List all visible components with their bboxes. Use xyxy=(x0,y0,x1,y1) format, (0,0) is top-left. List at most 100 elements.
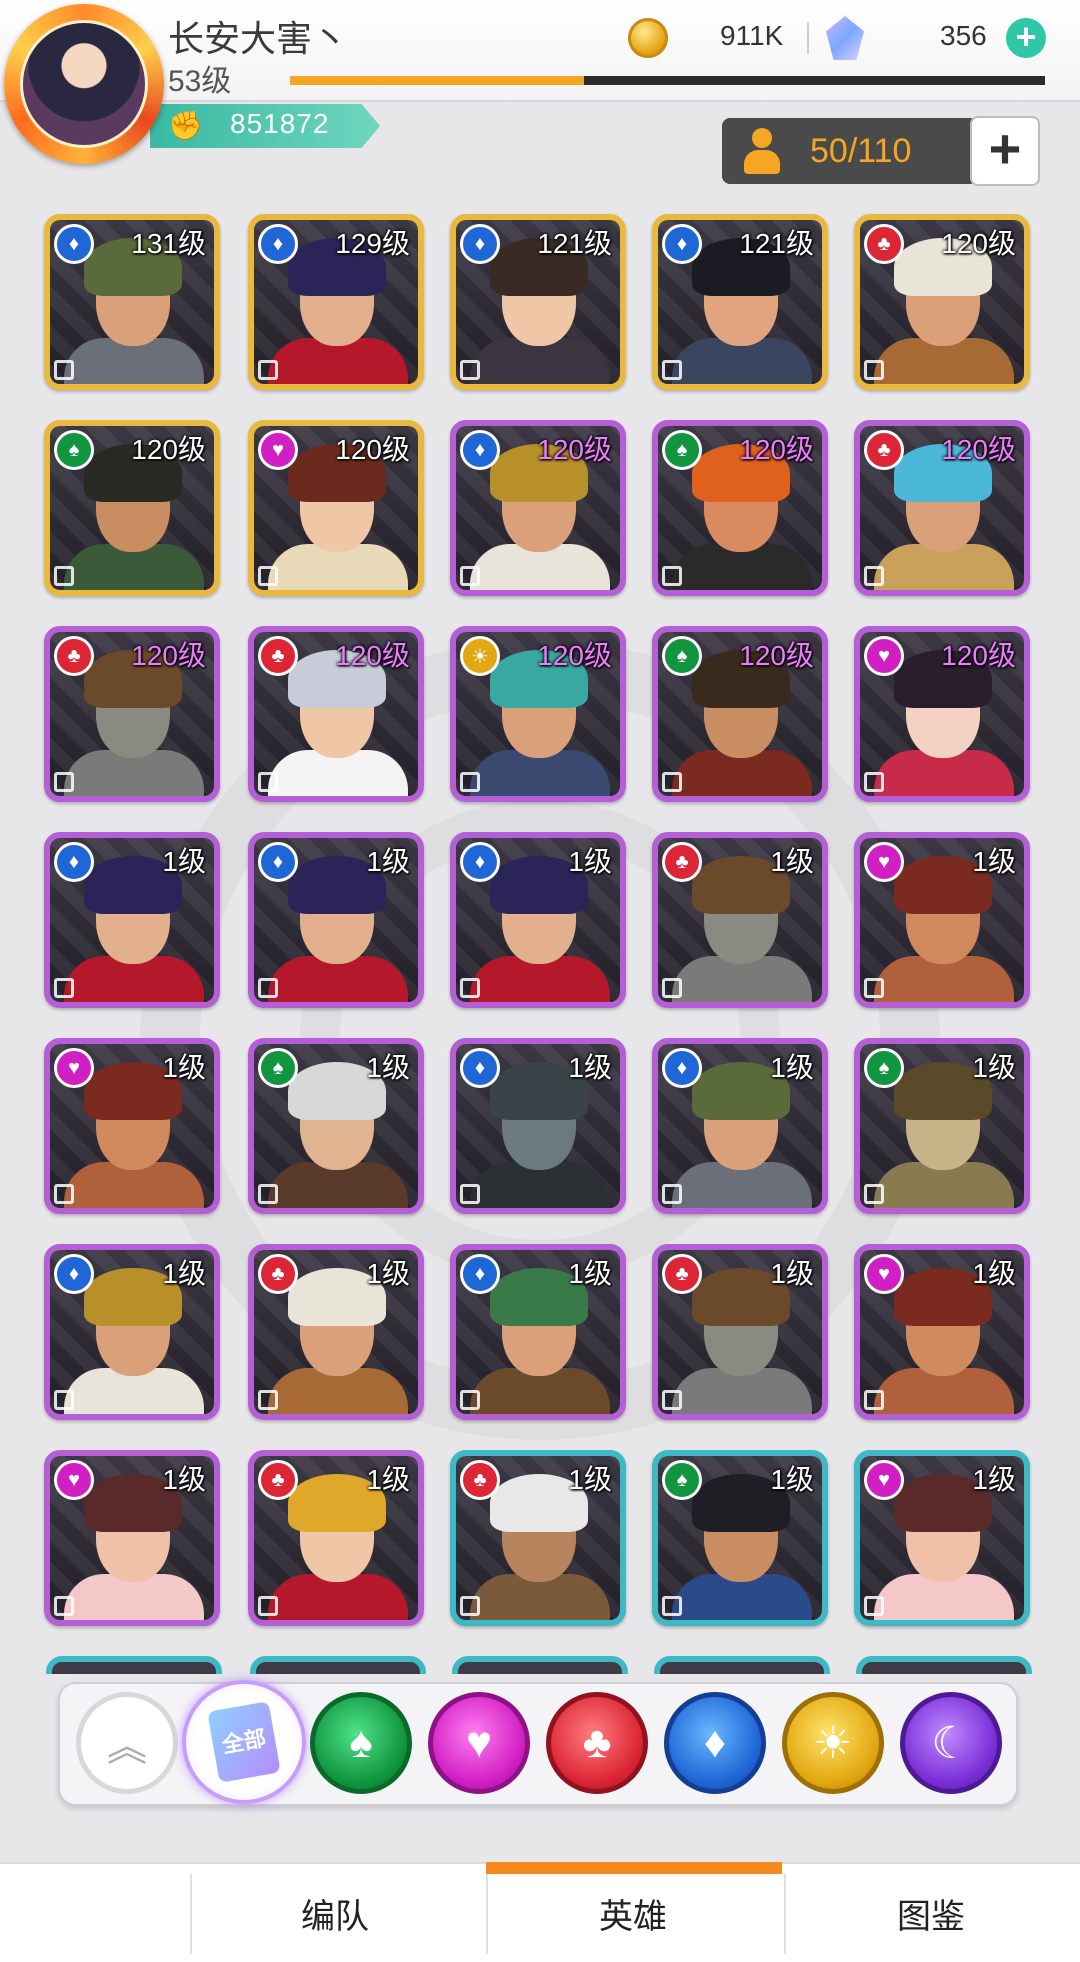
club-faction-icon: ♣ xyxy=(864,224,904,264)
filter-green-button[interactable]: ♠ xyxy=(310,1692,412,1794)
hero-card[interactable]: ♥ 120级 xyxy=(854,626,1030,802)
diamond-faction-icon: ♦ xyxy=(460,1254,500,1294)
sun-faction-icon: ☀ xyxy=(460,636,500,676)
hero-card[interactable]: ♥ 1级 xyxy=(854,1450,1030,1626)
diamond-faction-icon: ♦ xyxy=(662,224,702,264)
club-faction-icon: ♣ xyxy=(460,1460,500,1500)
collapse-button[interactable]: ︽ xyxy=(76,1692,178,1794)
rank-corner-icon xyxy=(864,360,884,380)
rank-corner-icon xyxy=(460,566,480,586)
club-icon: ♣ xyxy=(582,1718,612,1767)
rank-corner-icon xyxy=(54,1390,74,1410)
rank-corner-icon xyxy=(864,1596,884,1616)
active-tab-indicator xyxy=(486,1862,782,1874)
hero-card[interactable]: ♣ 1级 xyxy=(652,1244,828,1420)
hero-card[interactable]: ♦ 121级 xyxy=(652,214,828,390)
rank-corner-icon xyxy=(460,1596,480,1616)
hero-card[interactable]: ♦ 1级 xyxy=(450,1038,626,1214)
hero-level: 1级 xyxy=(770,1052,814,1083)
hero-card-partial[interactable] xyxy=(250,1656,426,1674)
hero-card[interactable]: ♣ 1级 xyxy=(450,1450,626,1626)
hero-card[interactable]: ♣ 1级 xyxy=(248,1244,424,1420)
hero-level: 120级 xyxy=(335,434,410,465)
hero-card[interactable]: ♦ 120级 xyxy=(450,420,626,596)
hero-level: 120级 xyxy=(941,640,1016,671)
diamond-faction-icon: ♦ xyxy=(460,224,500,264)
tab-formation-label: 编队 xyxy=(301,1897,369,1936)
filter-red-button[interactable]: ♣ xyxy=(546,1692,648,1794)
spade-faction-icon: ♠ xyxy=(54,430,94,470)
heart-faction-icon: ♥ xyxy=(864,636,904,676)
filter-moon-button[interactable]: ☾ xyxy=(900,1692,1002,1794)
hero-card[interactable]: ♥ 1级 xyxy=(44,1038,220,1214)
rank-corner-icon xyxy=(258,360,278,380)
rank-corner-icon xyxy=(864,566,884,586)
hero-card[interactable]: ♥ 120级 xyxy=(248,420,424,596)
hero-card[interactable]: ☀ 120级 xyxy=(450,626,626,802)
rank-corner-icon xyxy=(54,566,74,586)
player-avatar[interactable] xyxy=(4,4,164,164)
diamond-faction-icon: ♦ xyxy=(460,1048,500,1088)
hero-level: 1级 xyxy=(162,1258,206,1289)
hero-level: 120级 xyxy=(739,640,814,671)
hero-card[interactable]: ♣ 120级 xyxy=(248,626,424,802)
tab-codex[interactable]: 图鉴 xyxy=(786,1864,1076,1962)
spade-faction-icon: ♠ xyxy=(662,636,702,676)
heart-faction-icon: ♥ xyxy=(864,842,904,882)
hero-card[interactable]: ♣ 120级 xyxy=(44,626,220,802)
hero-level: 1级 xyxy=(568,846,612,877)
hero-card[interactable]: ♦ 1级 xyxy=(652,1038,828,1214)
hero-card[interactable]: ♦ 1级 xyxy=(450,1244,626,1420)
hero-level: 131级 xyxy=(131,228,206,259)
hero-card-partial[interactable] xyxy=(856,1656,1032,1674)
heart-faction-icon: ♥ xyxy=(864,1254,904,1294)
hero-card[interactable]: ♠ 1级 xyxy=(652,1450,828,1626)
hero-card[interactable]: ♠ 120级 xyxy=(44,420,220,596)
hero-level: 1级 xyxy=(366,1464,410,1495)
hero-card[interactable]: ♦ 1级 xyxy=(450,832,626,1008)
hero-level: 1级 xyxy=(366,1258,410,1289)
hero-card[interactable]: ♥ 1级 xyxy=(854,1244,1030,1420)
filter-blue-button[interactable]: ♦ xyxy=(664,1692,766,1794)
hero-level: 120级 xyxy=(941,434,1016,465)
hero-card[interactable]: ♦ 129级 xyxy=(248,214,424,390)
filter-all-button[interactable]: 全部 xyxy=(182,1680,306,1804)
hero-level: 120级 xyxy=(941,228,1016,259)
diamond-faction-icon: ♦ xyxy=(662,1048,702,1088)
hero-card[interactable]: ♣ 1级 xyxy=(248,1450,424,1626)
club-faction-icon: ♣ xyxy=(258,1460,298,1500)
rank-corner-icon xyxy=(460,978,480,998)
hero-card[interactable]: ♦ 1级 xyxy=(248,832,424,1008)
rank-corner-icon xyxy=(54,1184,74,1204)
hero-card[interactable]: ♠ 120级 xyxy=(652,626,828,802)
heart-icon: ♥ xyxy=(465,1718,493,1767)
hero-card[interactable]: ♠ 120级 xyxy=(652,420,828,596)
spade-faction-icon: ♠ xyxy=(258,1048,298,1088)
tab-heroes[interactable]: 英雄 xyxy=(488,1864,778,1962)
hero-card[interactable]: ♦ 1级 xyxy=(44,832,220,1008)
hero-card[interactable]: ♥ 1级 xyxy=(854,832,1030,1008)
hero-card[interactable]: ♣ 120级 xyxy=(854,420,1030,596)
hero-card[interactable]: ♠ 1级 xyxy=(248,1038,424,1214)
filter-all-label: 全部 xyxy=(220,1725,268,1758)
tab-heroes-label: 英雄 xyxy=(599,1897,667,1936)
hero-card-partial[interactable] xyxy=(654,1656,830,1674)
spade-faction-icon: ♠ xyxy=(662,430,702,470)
hero-card-partial[interactable] xyxy=(452,1656,628,1674)
hero-card-partial[interactable] xyxy=(46,1656,222,1674)
hero-card[interactable]: ♠ 1级 xyxy=(854,1038,1030,1214)
hero-card[interactable]: ♥ 1级 xyxy=(44,1450,220,1626)
hero-card[interactable]: ♣ 120级 xyxy=(854,214,1030,390)
hero-card[interactable]: ♦ 1级 xyxy=(44,1244,220,1420)
moon-icon: ☾ xyxy=(931,1718,971,1768)
club-faction-icon: ♣ xyxy=(662,842,702,882)
hero-card[interactable]: ♣ 1级 xyxy=(652,832,828,1008)
filter-pink-button[interactable]: ♥ xyxy=(428,1692,530,1794)
hero-card[interactable]: ♦ 121级 xyxy=(450,214,626,390)
rank-corner-icon xyxy=(460,360,480,380)
hero-card[interactable]: ♦ 131级 xyxy=(44,214,220,390)
filter-yellow-button[interactable]: ☀ xyxy=(782,1692,884,1794)
tab-formation[interactable]: 编队 xyxy=(190,1864,480,1962)
rank-corner-icon xyxy=(258,1596,278,1616)
hero-level: 1级 xyxy=(162,1464,206,1495)
